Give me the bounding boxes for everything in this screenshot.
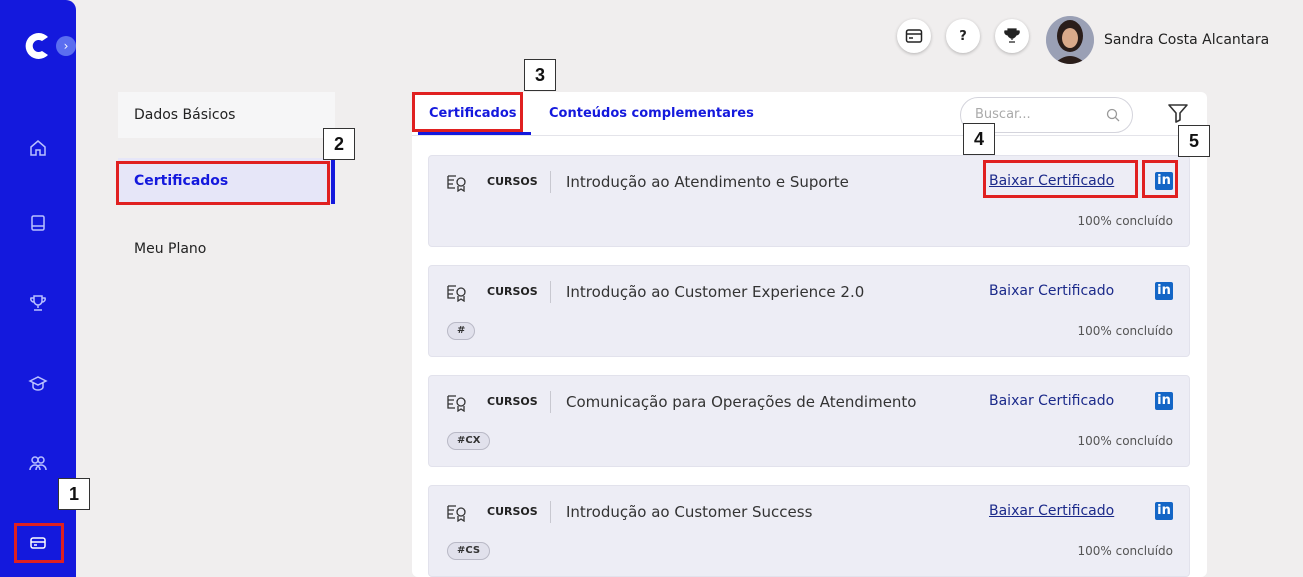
course-title: Comunicação para Operações de Atendiment… <box>566 393 917 411</box>
help-button[interactable]: ? <box>946 19 980 53</box>
tab-bar: Certificados Conteúdos complementares <box>412 92 1207 136</box>
user-name[interactable]: Sandra Costa Alcantara <box>1104 32 1269 48</box>
annotation-highlight-linkedin <box>1142 160 1178 198</box>
submenu-item-dados-basicos[interactable]: Dados Básicos <box>118 92 335 138</box>
book-icon[interactable] <box>28 213 48 233</box>
content-type-label: CURSOS <box>487 175 538 188</box>
linkedin-icon[interactable]: in <box>1155 282 1173 300</box>
trophy-icon <box>1004 28 1020 43</box>
course-title: Introdução ao Customer Experience 2.0 <box>566 283 865 301</box>
content-type-label: CURSOS <box>487 505 538 518</box>
profile-submenu: Dados Básicos Certificados Meu Plano <box>118 92 335 257</box>
certificate-card: CURSOS Comunicação para Operações de Ate… <box>428 375 1190 467</box>
linkedin-icon[interactable]: in <box>1155 392 1173 410</box>
callout-badge: 3 <box>524 59 556 91</box>
completion-status: 100% concluído <box>1077 544 1174 558</box>
completion-status: 100% concluído <box>1077 214 1174 228</box>
annotation-highlight-submenu <box>116 161 330 205</box>
callout-badge: 2 <box>323 128 355 160</box>
annotation-highlight-tab <box>412 92 523 132</box>
certificate-icon <box>447 285 466 302</box>
filter-icon[interactable] <box>1167 102 1189 124</box>
download-certificate-link[interactable]: Baixar Certificado <box>989 503 1114 519</box>
completion-status: 100% concluído <box>1077 324 1174 338</box>
graduation-cap-icon[interactable] <box>28 373 48 393</box>
avatar[interactable] <box>1046 16 1094 64</box>
home-icon[interactable] <box>28 138 48 158</box>
completion-status: 100% concluído <box>1077 434 1174 448</box>
certificate-icon <box>447 175 466 192</box>
collapse-sidebar-button[interactable]: › <box>56 36 76 56</box>
hashtag-badge[interactable]: #CX <box>447 432 491 450</box>
trophy-icon[interactable] <box>28 293 48 313</box>
tab-conteudos-complementares[interactable]: Conteúdos complementares <box>549 106 754 121</box>
certificate-card: CURSOS Introdução ao Customer Experience… <box>428 265 1190 357</box>
hashtag-badge[interactable]: # <box>447 322 476 340</box>
divider <box>550 171 551 193</box>
billing-button[interactable] <box>897 19 931 53</box>
content-type-label: CURSOS <box>487 285 538 298</box>
app-logo[interactable] <box>20 28 56 64</box>
hashtag-badge[interactable]: #CS <box>447 542 491 560</box>
course-title: Introdução ao Customer Success <box>566 503 813 521</box>
download-certificate-link[interactable]: Baixar Certificado <box>989 283 1114 299</box>
callout-badge: 1 <box>58 478 90 510</box>
annotation-highlight-rail <box>14 523 64 563</box>
submenu-item-meu-plano[interactable]: Meu Plano <box>118 226 335 272</box>
content-type-label: CURSOS <box>487 395 538 408</box>
active-tab-indicator <box>418 132 531 135</box>
divider <box>550 281 551 303</box>
help-icon: ? <box>959 28 967 44</box>
download-certificate-link[interactable]: Baixar Certificado <box>989 393 1114 409</box>
search-icon[interactable] <box>1106 108 1120 122</box>
course-title: Introdução ao Atendimento e Suporte <box>566 173 849 191</box>
search-input[interactable] <box>975 107 1105 122</box>
card-icon <box>905 29 923 43</box>
achievements-button[interactable] <box>995 19 1029 53</box>
divider <box>550 391 551 413</box>
callout-badge: 5 <box>1178 125 1210 157</box>
linkedin-icon[interactable]: in <box>1155 502 1173 520</box>
certificate-icon <box>447 505 466 522</box>
callout-badge: 4 <box>963 123 995 155</box>
annotation-highlight-download <box>983 160 1138 198</box>
certificate-card: CURSOS Introdução ao Customer Success Ba… <box>428 485 1190 577</box>
certificate-icon <box>447 395 466 412</box>
divider <box>550 501 551 523</box>
users-icon[interactable] <box>28 453 48 473</box>
